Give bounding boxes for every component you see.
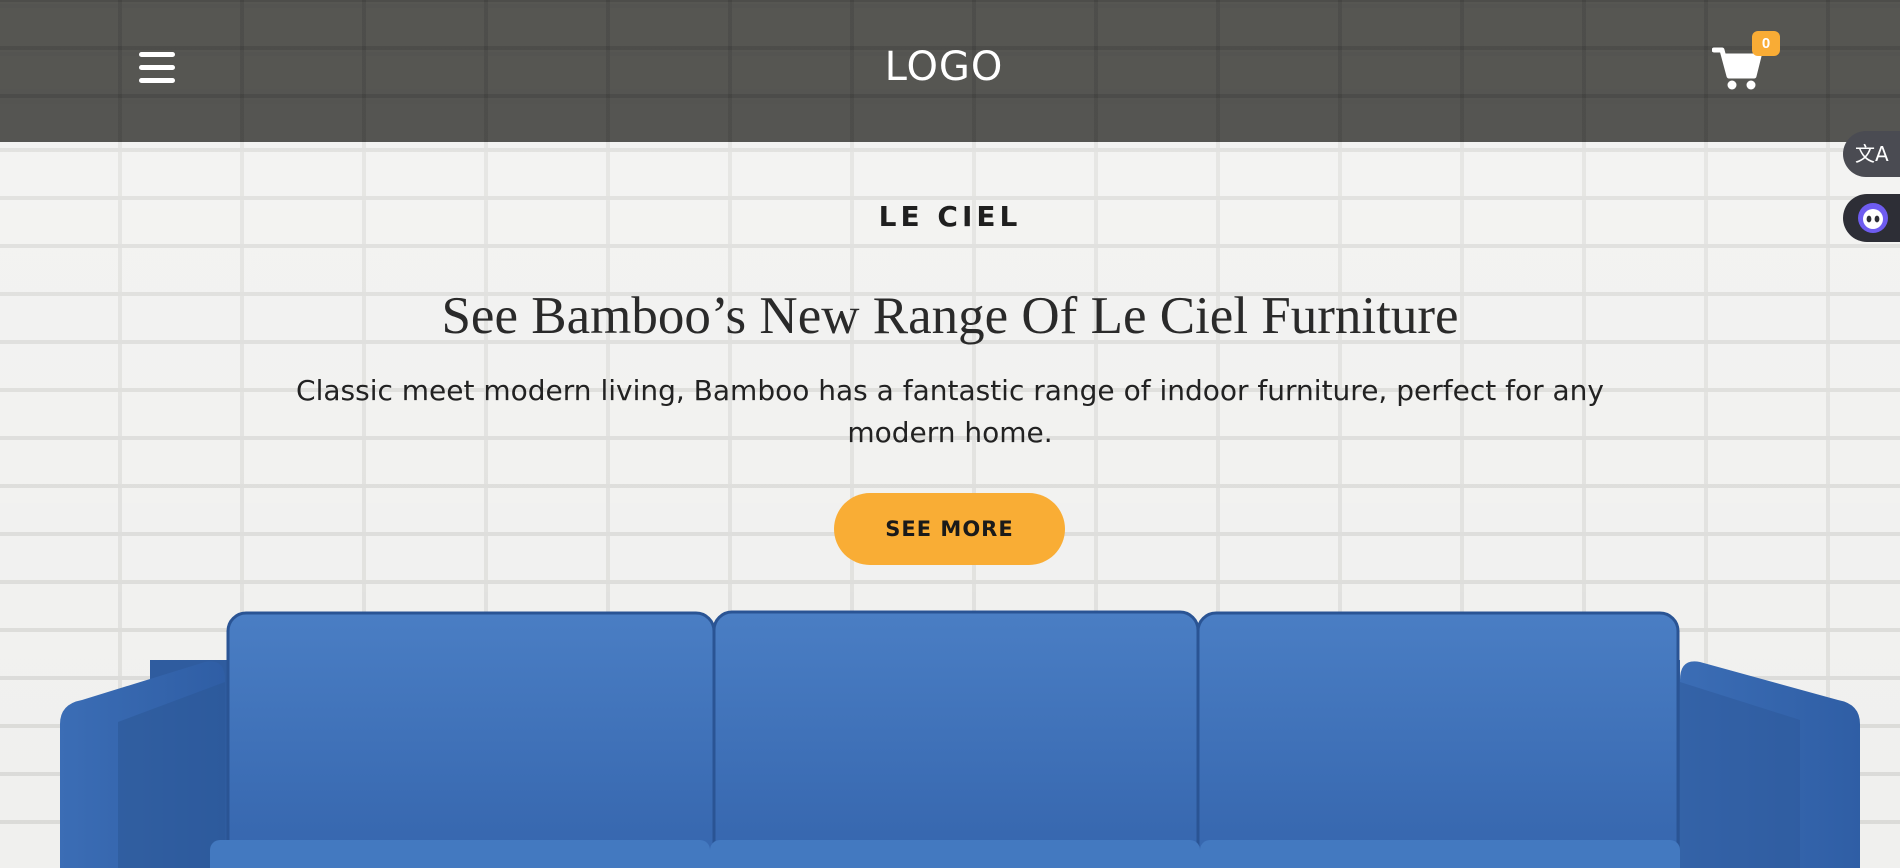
see-more-button[interactable]: SEE MORE bbox=[834, 493, 1065, 565]
site-logo[interactable]: LOGO bbox=[0, 44, 1888, 90]
sofa-image bbox=[60, 610, 1860, 868]
collection-eyebrow: LE CIEL bbox=[878, 200, 1022, 233]
hero-description: Classic meet modern living, Bamboo has a… bbox=[296, 374, 1604, 449]
translate-icon: 文A bbox=[1855, 142, 1889, 166]
site-header: LOGO 0 bbox=[0, 0, 1900, 142]
hero-headline: See Bamboo’s New Range Of Le Ciel Furnit… bbox=[441, 287, 1459, 345]
cart-count-badge: 0 bbox=[1752, 31, 1780, 56]
hero-page: LOGO 0 文A LE CIEL See Bamboo’s New Range… bbox=[0, 0, 1900, 868]
translate-widget[interactable]: 文A bbox=[1843, 131, 1900, 177]
